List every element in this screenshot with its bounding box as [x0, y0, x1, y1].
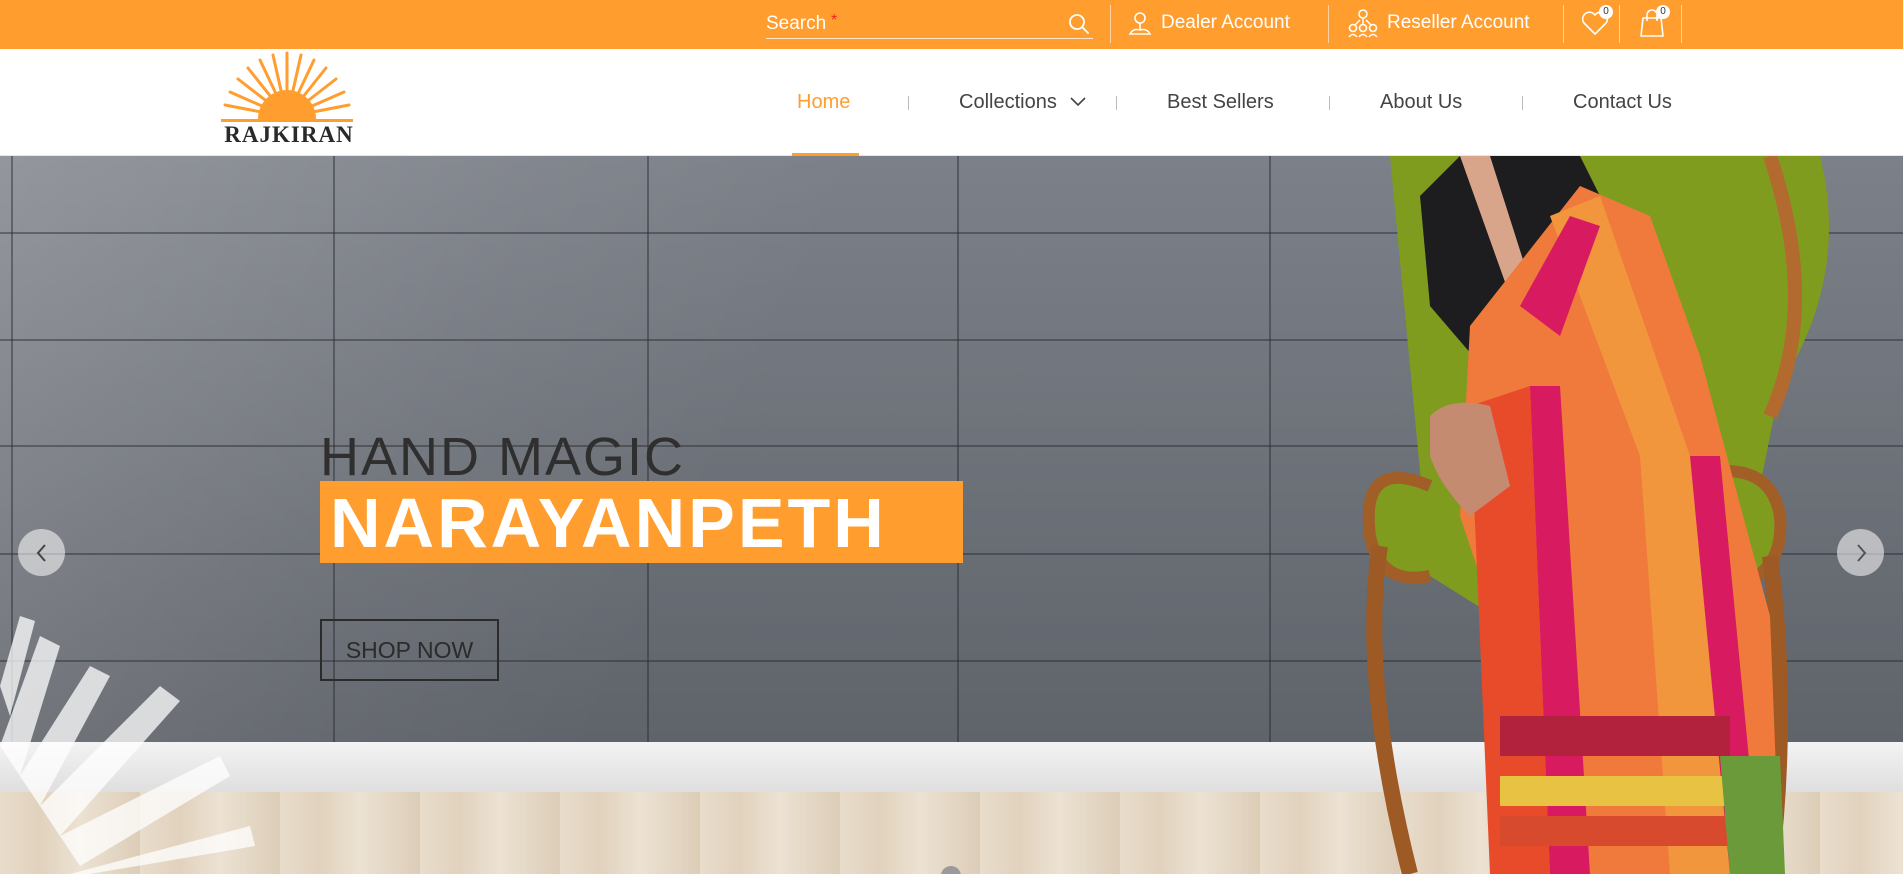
divider: [1110, 5, 1111, 43]
cart-count-badge: 0: [1656, 5, 1670, 19]
logo-text: RAJKIRAN: [224, 122, 354, 147]
divider: [1563, 5, 1564, 43]
slider-next-button[interactable]: [1837, 529, 1884, 576]
model-saree-image: [1362, 156, 1829, 874]
chevron-left-icon: [36, 543, 46, 562]
chevron-right-icon: [1856, 543, 1866, 562]
nav-divider: [1329, 96, 1330, 110]
reseller-account-link[interactable]: Reseller Account: [1347, 8, 1530, 38]
nav-divider: [1116, 96, 1117, 110]
search-box: *: [766, 10, 1093, 39]
reseller-icon: [1348, 9, 1378, 38]
search-required-mark: *: [831, 12, 838, 29]
dealer-icon: [1128, 12, 1152, 35]
shop-now-button[interactable]: SHOP NOW: [320, 619, 499, 681]
divider: [1328, 5, 1329, 43]
palm-leaf-shadow: [0, 616, 255, 874]
chevron-down-icon: [1070, 97, 1086, 107]
divider: [1681, 5, 1682, 43]
main-header: RAJKIRAN Home Collections Best Sellers A…: [0, 49, 1903, 156]
nav-about-us[interactable]: About Us: [1380, 89, 1462, 115]
hero-slider: HAND MAGIC NARAYANPETH SHOP NOW: [0, 156, 1903, 874]
dealer-account-label: Dealer Account: [1161, 12, 1290, 33]
search-icon[interactable]: [1067, 12, 1091, 36]
nav-home[interactable]: Home: [797, 89, 850, 115]
hero-subtitle: HAND MAGIC: [320, 427, 686, 487]
nav-divider: [1522, 96, 1523, 110]
divider: [1619, 5, 1620, 43]
reseller-account-label: Reseller Account: [1387, 12, 1530, 33]
sun-logo-icon: [221, 51, 353, 122]
logo[interactable]: RAJKIRAN: [218, 49, 356, 153]
dealer-account-link[interactable]: Dealer Account: [1127, 8, 1290, 38]
hero-title: NARAYANPETH: [330, 484, 887, 562]
search-input[interactable]: [766, 10, 1056, 38]
nav-collections[interactable]: Collections: [959, 89, 1089, 115]
nav-divider: [908, 96, 909, 110]
wishlist-count-badge: 0: [1599, 5, 1613, 19]
cart-button[interactable]: 0: [1636, 5, 1670, 39]
nav-contact-us[interactable]: Contact Us: [1573, 89, 1672, 115]
nav-collections-label: Collections: [959, 90, 1057, 113]
wishlist-button[interactable]: 0: [1579, 5, 1613, 39]
slider-prev-button[interactable]: [18, 529, 65, 576]
nav-best-sellers[interactable]: Best Sellers: [1167, 89, 1274, 115]
top-bar: * Dealer Account Reseller Account: [0, 0, 1903, 49]
